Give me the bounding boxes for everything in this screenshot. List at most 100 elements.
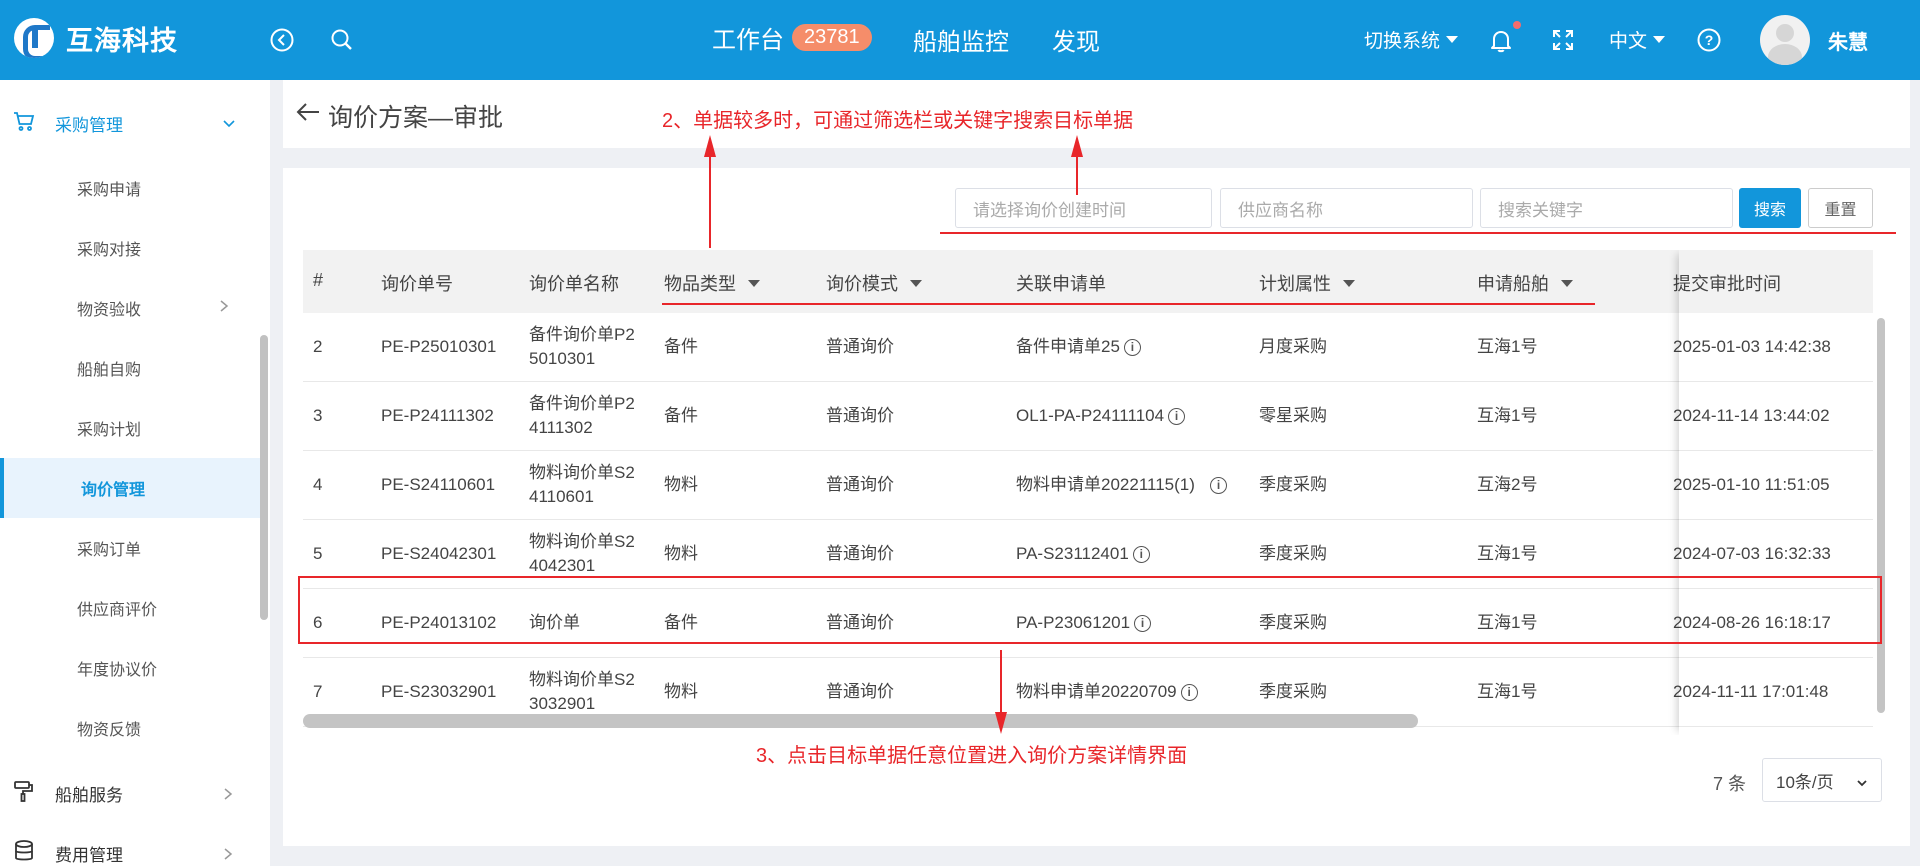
chevron-right-icon [218, 299, 230, 318]
column-header-label: 询价模式 [826, 274, 898, 294]
table-row[interactable]: 2 PE-P25010301 备件询价单P25010301 备件 普通询价 备件… [303, 313, 1873, 382]
page-size-select[interactable]: 10条/页 [1762, 758, 1882, 802]
nav-ship-monitor-label: 船舶监控 [913, 29, 1009, 56]
keyword-search-input[interactable]: 搜索关键字 [1480, 188, 1733, 228]
sidebar-item-supplier-evaluation[interactable]: 供应商评价 [0, 578, 262, 638]
annotation-arrow-down-icon [995, 712, 1007, 734]
info-icon[interactable]: i [1123, 338, 1141, 356]
table-horizontal-scrollbar[interactable] [303, 714, 1418, 728]
cell-plan-attr: 零星采购 [1259, 406, 1327, 425]
table-row[interactable]: 3 PE-P24111302 备件询价单P24111302 备件 普通询价 OL… [303, 382, 1873, 451]
cell-item-type: 备件 [664, 337, 698, 356]
logo-icon [14, 18, 54, 58]
sidebar-item-annual-agreement-price[interactable]: 年度协议价 [0, 638, 262, 698]
cell-index: 2 [313, 337, 323, 356]
column-filter-request-ship[interactable]: 申请船舶 [1477, 270, 1573, 296]
nav-workbench[interactable]: 工作台 23781 [712, 20, 872, 55]
table-vertical-scrollbar[interactable] [1877, 318, 1885, 713]
column-filter-inquiry-mode[interactable]: 询价模式 [826, 270, 922, 296]
sidebar-item-purchase-order[interactable]: 采购订单 [0, 518, 262, 578]
related-request-text: OL1-PA-P24111104 [1016, 406, 1165, 425]
info-icon[interactable]: i [1210, 476, 1227, 494]
database-icon [12, 839, 36, 866]
sidebar-item-material-feedback[interactable]: 物资反馈 [0, 698, 262, 758]
nav-discover[interactable]: 发现 [1052, 22, 1100, 57]
annotation-arrow-shaft [709, 155, 711, 248]
caret-down-icon [1653, 36, 1666, 43]
sidebar-scrollbar[interactable] [260, 335, 268, 620]
column-filter-plan-attr[interactable]: 计划属性 [1259, 270, 1355, 296]
cell-inquiry-no: PE-P24111302 [381, 406, 494, 425]
supplier-name-input[interactable]: 供应商名称 [1220, 188, 1473, 228]
column-header-submit-time: 提交审批时间 [1673, 274, 1781, 294]
sidebar-item-material-acceptance[interactable]: 物资验收 [0, 278, 262, 338]
back-circle-icon[interactable] [268, 26, 296, 54]
sidebar-item-ship-self-purchase[interactable]: 船舶自购 [0, 338, 262, 398]
cell-request-ship: 互海1号 [1477, 337, 1538, 356]
notification-dot [1513, 21, 1521, 29]
cell-inquiry-mode: 普通询价 [826, 475, 894, 494]
annotation-arrow-shaft [1076, 155, 1078, 195]
cell-request-ship: 互海1号 [1477, 406, 1538, 425]
sidebar-item-label: 年度协议价 [77, 662, 158, 679]
reset-button[interactable]: 重置 [1808, 188, 1873, 228]
sidebar-item-label: 采购订单 [77, 542, 142, 559]
brand-name: 互海科技 [66, 25, 178, 56]
sidebar-group-cost-management[interactable]: 费用管理 [0, 823, 262, 866]
cell-request-ship: 互海2号 [1477, 475, 1538, 494]
avatar[interactable] [1760, 15, 1810, 65]
brand-logo[interactable]: 互海科技 [14, 18, 178, 58]
sidebar-group-purchase[interactable]: 采购管理 [0, 93, 262, 153]
sidebar-item-purchase-request[interactable]: 采购申请 [0, 158, 262, 218]
switch-system-dropdown[interactable]: 切换系统 [1364, 26, 1459, 53]
help-icon[interactable]: ? [1695, 26, 1723, 54]
info-icon[interactable]: i [1132, 545, 1150, 563]
cell-item-type: 物料 [664, 475, 698, 494]
cell-inquiry-name: 备件询价单P24111302 [529, 394, 635, 437]
table-row[interactable]: 4 PE-S24110601 物料询价单S24110601 物料 普通询价 物料… [303, 451, 1873, 520]
nav-discover-label: 发现 [1052, 29, 1100, 56]
chevron-down-icon [222, 117, 235, 129]
cell-inquiry-mode: 普通询价 [826, 406, 894, 425]
search-button[interactable]: 搜索 [1739, 188, 1801, 228]
sidebar-item-inquiry-management[interactable]: 询价管理 [0, 458, 262, 518]
column-header-index: # [313, 270, 324, 290]
column-header-label: 计划属性 [1259, 274, 1331, 294]
annotation-underline-columns [662, 303, 1595, 305]
info-icon[interactable]: i [1168, 407, 1186, 425]
annotation-step2: 2、单据较多时，可通过筛选栏或关键字搜索目标单据 [662, 110, 1134, 132]
back-arrow-icon[interactable] [295, 100, 321, 129]
cell-inquiry-mode: 普通询价 [826, 337, 894, 356]
fullscreen-icon[interactable] [1549, 26, 1577, 54]
caret-down-icon [910, 279, 922, 287]
column-filter-item-type[interactable]: 物品类型 [664, 270, 760, 296]
sidebar-item-label: 供应商评价 [77, 602, 158, 619]
workbench-label: 工作台 [712, 27, 784, 54]
inquiry-table: # 询价单号 询价单名称 物品类型 询价模式 关联申请单 计划属性 申请船舶 提… [303, 250, 1873, 735]
cell-related-request: 备件申请单25 i [1016, 313, 1141, 381]
info-icon[interactable]: i [1180, 683, 1198, 701]
bell-icon[interactable] [1487, 26, 1515, 54]
cell-inquiry-name: 物料询价单S24110601 [529, 463, 635, 506]
user-name[interactable]: 朱慧 [1828, 26, 1868, 55]
language-dropdown[interactable]: 中文 [1609, 26, 1666, 53]
sidebar-item-label: 物资验收 [77, 302, 142, 319]
cell-inquiry-no: PE-S24110601 [381, 475, 496, 494]
search-icon[interactable] [328, 26, 356, 54]
paint-roller-icon [12, 779, 36, 808]
cell-inquiry-name: 备件询价单P25010301 [529, 325, 635, 368]
create-time-picker[interactable]: 请选择询价创建时间 [955, 188, 1212, 228]
column-header-inquiry-no: 询价单号 [381, 274, 453, 294]
chevron-right-icon [222, 787, 234, 800]
column-header-inquiry-name: 询价单名称 [529, 274, 619, 294]
cell-plan-attr: 季度采购 [1259, 475, 1327, 494]
cell-submit-time: 2024-11-14 13:44:02 [1673, 406, 1830, 425]
cart-icon [12, 109, 36, 138]
language-label: 中文 [1609, 31, 1648, 52]
sidebar-item-purchase-plan[interactable]: 采购计划 [0, 398, 262, 458]
sidebar-item-label: 采购计划 [77, 422, 142, 439]
chevron-right-icon [222, 847, 234, 860]
sidebar-item-purchase-docking[interactable]: 采购对接 [0, 218, 262, 278]
nav-ship-monitor[interactable]: 船舶监控 [913, 22, 1009, 57]
sidebar-group-ship-service[interactable]: 船舶服务 [0, 763, 262, 823]
